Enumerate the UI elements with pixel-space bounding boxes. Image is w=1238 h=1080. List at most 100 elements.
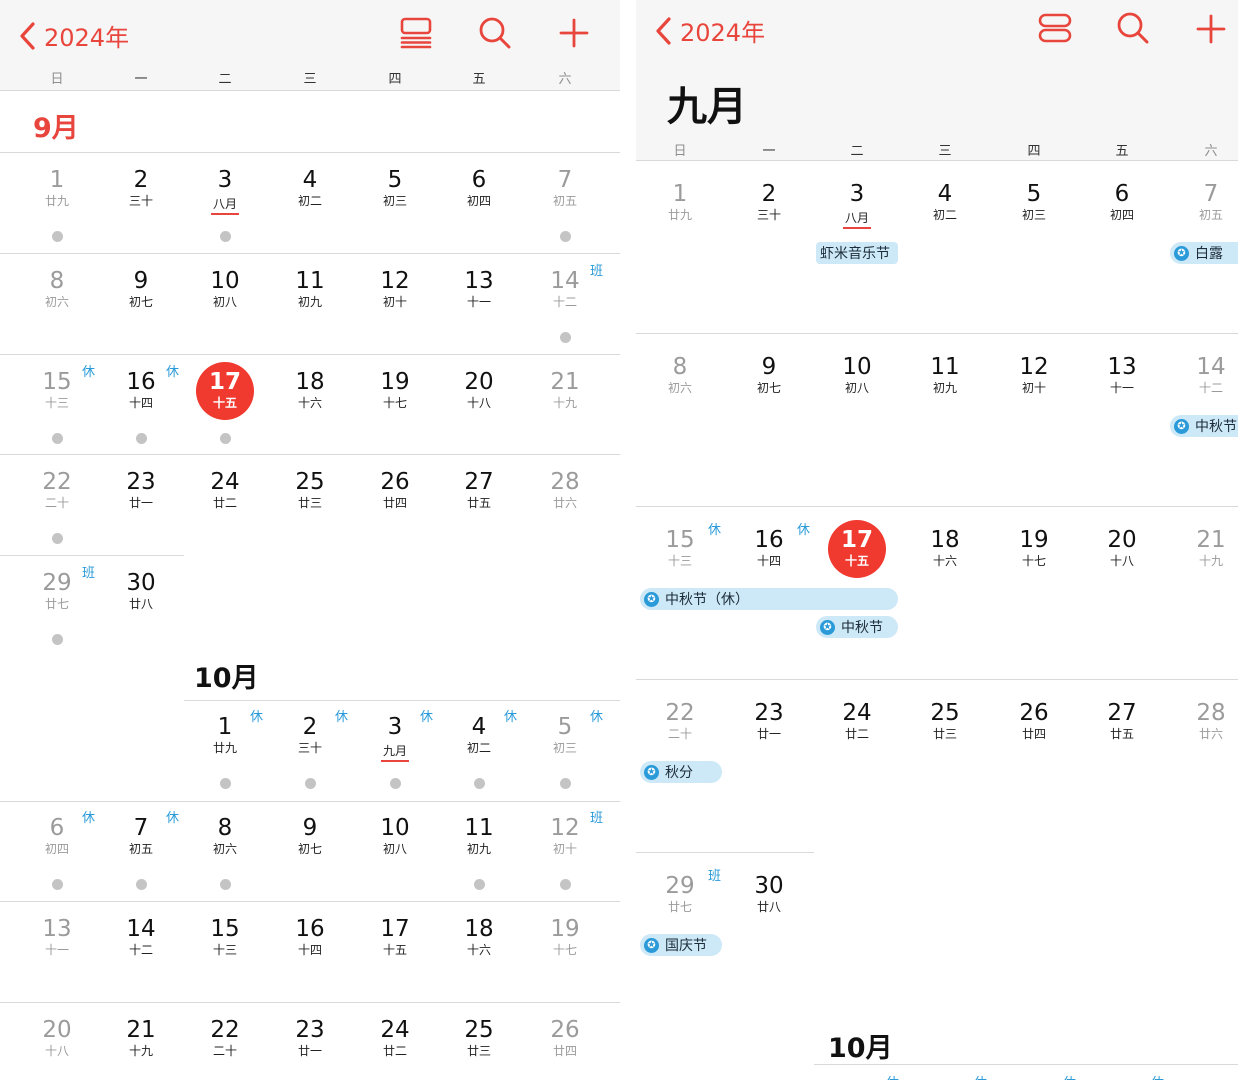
day-cell-sep-24[interactable]: 24 廿二: [815, 700, 899, 742]
holiday-badge: 休: [166, 365, 180, 380]
day-cell-sep-21[interactable]: 21 十九: [523, 369, 607, 411]
lunar-date: 初十: [1021, 381, 1046, 395]
day-cell-sep-24[interactable]: 24 廿二: [183, 469, 267, 511]
day-cell-sep-8[interactable]: 8 初六: [15, 268, 99, 310]
day-cell-sep-1[interactable]: 1 廿九: [15, 167, 99, 209]
day-cell-sep-25[interactable]: 25 廿三: [268, 469, 352, 511]
day-cell-sep-12[interactable]: 12 初十: [353, 268, 437, 310]
day-cell-sep-18[interactable]: 18 十六: [268, 369, 352, 411]
day-cell-oct-9[interactable]: 9 初七: [268, 815, 352, 857]
day-cell-sep-4[interactable]: 4 初二: [268, 167, 352, 209]
search-button[interactable]: [1116, 11, 1150, 45]
event-mid-autumn-rest[interactable]: ✪ 中秋节（休）: [640, 588, 898, 610]
day-cell-sep-8[interactable]: 8 初六: [638, 354, 722, 396]
day-cell-sep-11[interactable]: 11 初九: [268, 268, 352, 310]
day-cell-sep-5[interactable]: 5 初三: [992, 181, 1076, 223]
day-cell-sep-27[interactable]: 27 廿五: [437, 469, 521, 511]
search-button[interactable]: [478, 16, 512, 50]
day-cell-sep-27[interactable]: 27 廿五: [1080, 700, 1164, 742]
day-cell-sep-7[interactable]: 7 初五: [1169, 181, 1238, 223]
day-cell-oct-13[interactable]: 13 十一: [15, 916, 99, 958]
day-cell-sep-30[interactable]: 30 廿八: [99, 570, 183, 612]
day-cell-oct-14[interactable]: 14 十二: [99, 916, 183, 958]
day-cell-oct-22[interactable]: 22 二十: [183, 1017, 267, 1059]
day-cell-oct-19[interactable]: 19 十七: [523, 916, 607, 958]
day-number: 9: [133, 268, 149, 294]
day-cell-sep-20[interactable]: 20 十八: [1080, 527, 1164, 569]
week-divider: [0, 901, 620, 902]
event-bailu[interactable]: ✪ 白露: [1170, 242, 1238, 264]
day-cell-sep-1[interactable]: 1 廿九: [638, 181, 722, 223]
day-cell-sep-13[interactable]: 13 十一: [1080, 354, 1164, 396]
day-cell-oct-18[interactable]: 18 十六: [437, 916, 521, 958]
day-cell-sep-22[interactable]: 22 二十: [638, 700, 722, 742]
day-cell-oct-8[interactable]: 8 初六: [183, 815, 267, 857]
event-dot: [136, 433, 147, 444]
day-cell-oct-15[interactable]: 15 十三: [183, 916, 267, 958]
day-cell-sep-11[interactable]: 11 初九: [903, 354, 987, 396]
day-number: 11: [464, 815, 494, 841]
back-button[interactable]: 2024年: [654, 13, 765, 48]
day-number: 3: [849, 181, 865, 207]
day-cell-sep-18[interactable]: 18 十六: [903, 527, 987, 569]
event-mid-autumn[interactable]: ✪ 中秋节: [1170, 415, 1238, 437]
day-cell-sep-25[interactable]: 25 廿三: [903, 700, 987, 742]
holiday-star-icon: ✪: [644, 764, 659, 780]
day-cell-sep-22[interactable]: 22 二十: [15, 469, 99, 511]
day-cell-oct-17[interactable]: 17 十五: [353, 916, 437, 958]
day-cell-sep-3[interactable]: 3 八月: [815, 181, 899, 229]
day-cell-oct-10[interactable]: 10 初八: [353, 815, 437, 857]
weekday-label: 一: [134, 72, 148, 87]
day-cell-sep-21[interactable]: 21 十九: [1169, 527, 1238, 569]
day-cell-sep-28[interactable]: 28 廿六: [1169, 700, 1238, 742]
lunar-date: 十二: [128, 943, 153, 957]
list-view-button[interactable]: [399, 17, 433, 49]
day-cell-sep-4[interactable]: 4 初二: [903, 181, 987, 223]
day-cell-sep-6[interactable]: 6 初四: [1080, 181, 1164, 223]
day-cell-sep-9[interactable]: 9 初七: [727, 354, 811, 396]
day-cell-sep-6[interactable]: 6 初四: [437, 167, 521, 209]
day-cell-oct-24[interactable]: 24 廿二: [353, 1017, 437, 1059]
day-cell-oct-23[interactable]: 23 廿一: [268, 1017, 352, 1059]
day-cell-sep-26[interactable]: 26 廿四: [992, 700, 1076, 742]
event-xiami-music-festival[interactable]: 虾米音乐节: [816, 242, 898, 264]
day-cell-oct-21[interactable]: 21 十九: [99, 1017, 183, 1059]
day-cell-sep-26[interactable]: 26 廿四: [353, 469, 437, 511]
day-cell-oct-26[interactable]: 26 廿四: [523, 1017, 607, 1059]
day-cell-sep-28[interactable]: 28 廿六: [523, 469, 607, 511]
day-cell-sep-19[interactable]: 19 十七: [353, 369, 437, 411]
day-cell-oct-25[interactable]: 25 廿三: [437, 1017, 521, 1059]
day-cell-sep-19[interactable]: 19 十七: [992, 527, 1076, 569]
event-national-day[interactable]: ✪ 国庆节: [640, 934, 722, 956]
back-button[interactable]: 2024年: [18, 18, 129, 53]
day-cell-sep-12[interactable]: 12 初十: [992, 354, 1076, 396]
day-cell-sep-30[interactable]: 30 廿八: [727, 873, 811, 915]
day-cell-sep-10[interactable]: 10 初八: [815, 354, 899, 396]
event-mid-autumn[interactable]: ✪ 中秋节: [816, 616, 898, 638]
add-event-button[interactable]: [1196, 14, 1226, 44]
day-cell-sep-10[interactable]: 10 初八: [183, 268, 267, 310]
day-cell-sep-5[interactable]: 5 初三: [353, 167, 437, 209]
lunar-date: 三十: [128, 194, 153, 208]
view-layout-button[interactable]: [1037, 12, 1073, 44]
day-cell-sep-3[interactable]: 3 八月: [183, 167, 267, 215]
day-cell-oct-20[interactable]: 20 十八: [15, 1017, 99, 1059]
event-qiufen[interactable]: ✪ 秋分: [640, 761, 722, 783]
day-cell-oct-11[interactable]: 11 初九: [437, 815, 521, 857]
day-cell-sep-23[interactable]: 23 廿一: [727, 700, 811, 742]
day-cell-oct-16[interactable]: 16 十四: [268, 916, 352, 958]
day-cell-sep-7[interactable]: 7 初五: [523, 167, 607, 209]
holiday-star-icon: ✪: [1174, 418, 1189, 434]
day-cell-sep-2[interactable]: 2 三十: [99, 167, 183, 209]
event-dot: [390, 778, 401, 789]
add-event-button[interactable]: [559, 18, 589, 48]
workday-badge: 班: [590, 264, 604, 279]
day-cell-sep-23[interactable]: 23 廿一: [99, 469, 183, 511]
day-cell-sep-20[interactable]: 20 十八: [437, 369, 521, 411]
day-number: 30: [754, 873, 784, 899]
day-cell-sep-14[interactable]: 14 十二: [1169, 354, 1238, 396]
day-cell-sep-13[interactable]: 13 十一: [437, 268, 521, 310]
day-cell-sep-9[interactable]: 9 初七: [99, 268, 183, 310]
lunar-date: 廿七: [667, 900, 692, 914]
day-cell-sep-2[interactable]: 2 三十: [727, 181, 811, 223]
